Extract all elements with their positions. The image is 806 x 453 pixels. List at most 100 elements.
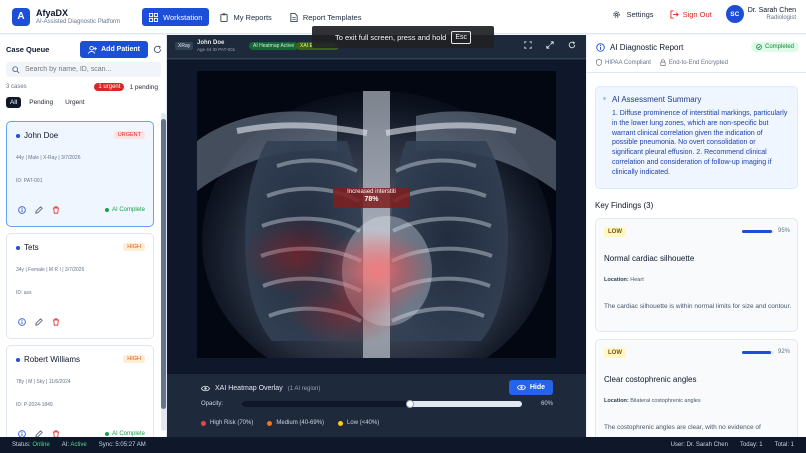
encryption-tag: End-to-End Encrypted — [660, 59, 728, 66]
opacity-slider-handle[interactable] — [405, 400, 414, 408]
check-circle-icon — [756, 44, 762, 50]
ai-status: AI: Active — [62, 442, 87, 448]
summary-title: AI Assessment Summary — [602, 95, 702, 104]
ai-annotation-label[interactable]: Increased interstiti 78% — [333, 188, 410, 208]
total-count: Total: 1 — [774, 442, 794, 448]
legend-item: High Risk (70%) — [201, 420, 253, 426]
status-label: Status: — [12, 442, 31, 448]
status-bar-right: User: Dr. Sarah Chen Today: 1 Total: 1 — [671, 442, 794, 448]
legend-item: Low (<40%) — [338, 420, 379, 426]
filter-pending[interactable]: Pending — [25, 97, 57, 108]
nav-report-templates[interactable]: Report Templates — [283, 8, 369, 26]
finding-card[interactable]: LOW 92% Clear costophrenic angles Locati… — [595, 339, 798, 437]
legend-label: Medium (40-69%) — [276, 420, 325, 426]
finding-description: The costophrenic angles are clear, with … — [604, 424, 761, 431]
edit-icon[interactable] — [35, 318, 43, 326]
file-icon — [290, 12, 298, 22]
finding-card[interactable]: LOW 95% Normal cardiac silhouette Locati… — [595, 218, 798, 332]
case-card[interactable]: Robert Williams HIGH 78y | M | Sky | 11/… — [6, 345, 154, 437]
connection-status: Status: Online — [12, 442, 50, 448]
overlay-title: XAI Heatmap Overlay (1 AI region) — [201, 385, 320, 392]
legend-label: High Risk (70%) — [210, 420, 254, 426]
case-queue-header: Case Queue Add Patient — [6, 41, 162, 58]
case-actions — [18, 430, 60, 437]
add-patient-button[interactable]: Add Patient — [80, 41, 148, 58]
urgent-badge: 1 urgent — [94, 83, 125, 91]
annotation-text: Increased interstiti — [347, 189, 396, 195]
info-icon[interactable] — [18, 206, 26, 214]
refresh-icon[interactable] — [153, 45, 162, 54]
search-box — [6, 62, 161, 77]
report-header: AI Diagnostic Report Completed — [596, 42, 799, 52]
case-card[interactable]: John Doe URGENT 44y | Male | X-Ray | 3/7… — [6, 121, 154, 227]
settings-button[interactable]: Settings — [612, 9, 654, 19]
severity-badge: LOW — [604, 227, 626, 237]
reset-icon[interactable] — [568, 41, 576, 49]
filter-all[interactable]: All — [6, 97, 22, 108]
user-name: Dr. Sarah Chen — [747, 7, 796, 14]
case-id: ID: ass — [16, 290, 32, 296]
case-patient-name: Robert Williams — [24, 355, 81, 364]
avatar[interactable]: SC — [725, 5, 744, 23]
case-actions — [18, 206, 60, 214]
summary-text: 1. Diffuse prominence of interstitial ma… — [612, 110, 788, 176]
nav-my-reports[interactable]: My Reports — [213, 8, 278, 26]
nav-workstation[interactable]: Workstation — [142, 8, 210, 26]
trash-icon[interactable] — [52, 430, 60, 437]
info-icon[interactable] — [18, 318, 26, 326]
esc-key: Esc — [451, 30, 471, 44]
settings-label: Settings — [626, 9, 654, 19]
lock-icon — [660, 59, 666, 66]
nav-workstation-label: Workstation — [163, 12, 203, 22]
location-label: Location: — [604, 277, 629, 283]
image-viewer: XRay John Doe Age 44 ID PAT-001 AI Heatm… — [167, 35, 586, 437]
grid-icon — [149, 12, 158, 22]
finding-location: Location: Heart — [604, 277, 644, 283]
scrollbar-thumb[interactable] — [161, 119, 166, 409]
sign-out-button[interactable]: Sign Out — [670, 10, 712, 19]
report-title-label: AI Diagnostic Report — [610, 42, 684, 52]
confidence-bar-fill — [742, 230, 773, 233]
legend-item: Medium (40-69%) — [267, 420, 324, 426]
status-user: User: Dr. Sarah Chen — [670, 442, 728, 448]
trash-icon[interactable] — [52, 318, 60, 326]
xray-image — [197, 71, 556, 358]
edit-icon[interactable] — [35, 206, 43, 214]
priority-badge: URGENT — [113, 131, 145, 139]
edit-icon[interactable] — [35, 430, 43, 437]
priority-badge: HIGH — [123, 355, 145, 363]
clipboard-icon — [220, 12, 229, 22]
add-patient-label: Add Patient — [101, 46, 140, 53]
viewer-patient-meta: Age 44 ID PAT-001 — [197, 47, 236, 52]
modality-chip: XRay — [175, 42, 194, 50]
confidence-bar — [742, 230, 774, 233]
gear-icon — [613, 10, 621, 18]
image-canvas[interactable] — [167, 60, 586, 374]
opacity-label: Opacity: — [201, 401, 224, 407]
overlay-region-count: (1 AI region) — [287, 385, 321, 392]
sidebar-scrollbar[interactable] — [161, 113, 166, 431]
fullscreen-icon[interactable] — [546, 41, 554, 49]
info-icon[interactable] — [18, 430, 26, 437]
priority-badge: HIGH — [123, 243, 145, 251]
case-dot — [16, 134, 20, 138]
confidence-value: 92% — [777, 349, 790, 355]
filter-urgent[interactable]: Urgent — [61, 97, 89, 108]
search-input[interactable] — [25, 66, 155, 73]
case-dot — [16, 358, 20, 362]
status-dot — [104, 208, 109, 212]
finding-location: Location: Bilateral costophrenic angles — [604, 398, 701, 404]
case-count: 3 cases — [6, 84, 27, 90]
hide-heatmap-button[interactable]: Hide — [508, 380, 553, 395]
app-logo[interactable]: A — [12, 7, 30, 26]
nav-report-templates-label: Report Templates — [302, 12, 362, 22]
ai-label: AI: — [61, 442, 70, 448]
zoom-fit-icon[interactable] — [524, 41, 532, 49]
overlay-title-label: XAI Heatmap Overlay — [215, 385, 283, 392]
case-card[interactable]: Tets HIGH 34y | Female | M R I | 3/7/202… — [6, 233, 154, 339]
case-id: ID: P-2024-1849 — [16, 402, 53, 408]
info-icon — [596, 42, 605, 52]
opacity-slider[interactable] — [241, 400, 522, 408]
trash-icon[interactable] — [52, 206, 60, 214]
case-meta: 78y | M | Sky | 11/6/2024 — [16, 379, 71, 385]
